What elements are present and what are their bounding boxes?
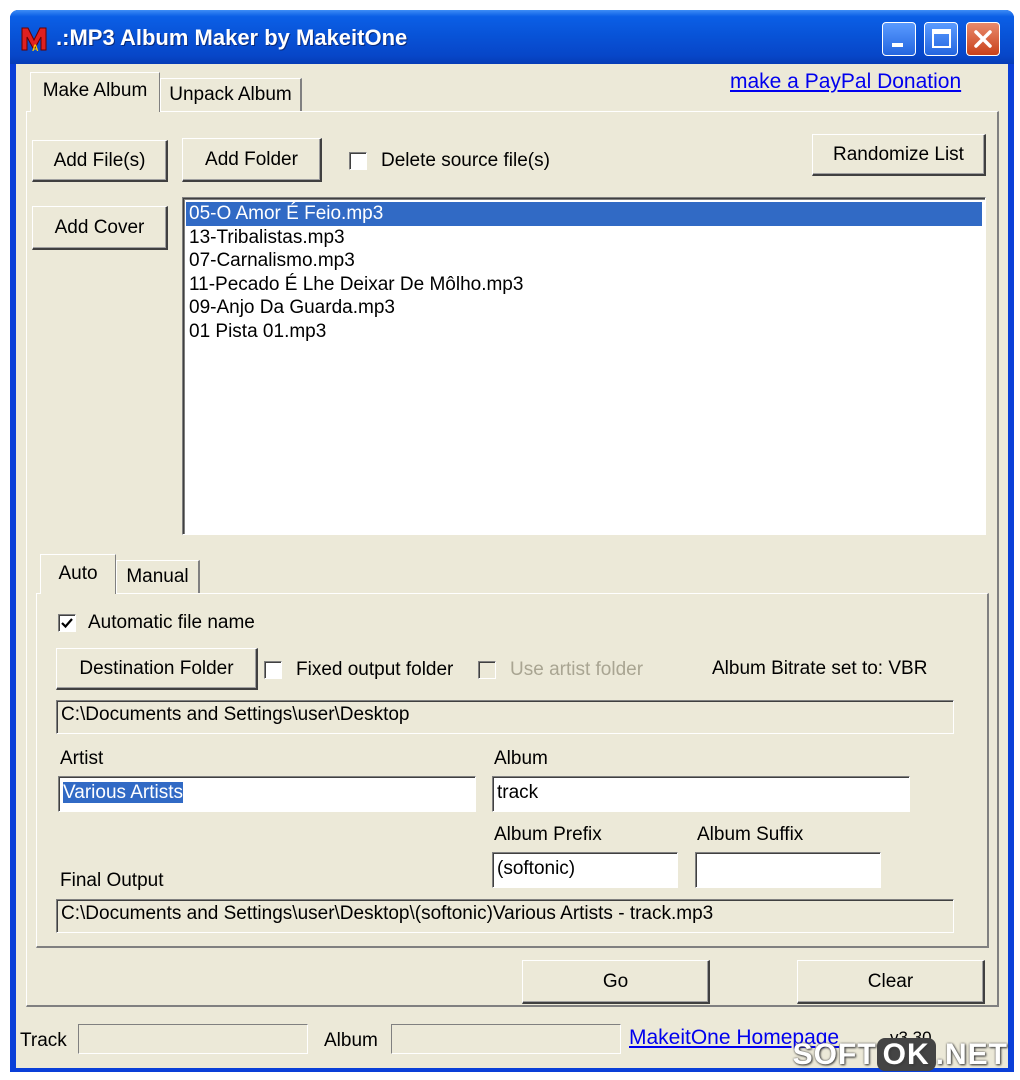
clear-button[interactable]: Clear — [797, 960, 985, 1004]
minimize-icon — [892, 43, 903, 47]
add-folder-button[interactable]: Add Folder — [182, 138, 322, 182]
watermark-ok: OK — [876, 1038, 936, 1071]
maximize-button[interactable] — [924, 22, 958, 56]
album-progress-bar — [391, 1024, 621, 1054]
album-progress-label: Album — [324, 1030, 378, 1051]
use-artist-folder-label: Use artist folder — [510, 659, 644, 680]
watermark-soft: SOFT — [792, 1038, 877, 1071]
artist-label: Artist — [60, 748, 104, 769]
tab-auto[interactable]: Auto — [40, 554, 116, 594]
watermark-net: .NET — [935, 1038, 1008, 1071]
use-artist-folder-checkbox[interactable] — [478, 661, 496, 679]
fixed-output-folder-label: Fixed output folder — [296, 659, 454, 680]
album-prefix-input[interactable]: (softonic) — [492, 852, 678, 888]
client-area: Make Album Unpack Album make a PayPal Do… — [16, 64, 1008, 1068]
album-input[interactable]: track — [492, 776, 910, 812]
destination-path-field[interactable]: C:\Documents and Settings\user\Desktop — [56, 700, 954, 734]
album-prefix-label: Album Prefix — [494, 824, 602, 845]
add-cover-button[interactable]: Add Cover — [32, 206, 168, 250]
svg-text:A: A — [32, 43, 39, 52]
add-files-button[interactable]: Add File(s) — [32, 140, 168, 182]
checkmark-icon — [61, 618, 73, 629]
auto-panel — [36, 593, 989, 948]
close-icon — [974, 30, 992, 48]
artist-input[interactable]: Various Artists — [58, 776, 476, 812]
file-list[interactable]: 05-O Amor É Feio.mp3 13-Tribalistas.mp3 … — [182, 197, 986, 535]
final-output-field[interactable]: C:\Documents and Settings\user\Desktop\(… — [56, 899, 954, 933]
track-progress-bar — [78, 1024, 308, 1054]
final-output-label: Final Output — [60, 870, 164, 891]
app-logo-icon: A — [21, 27, 47, 52]
album-suffix-label: Album Suffix — [697, 824, 804, 845]
list-item[interactable]: 05-O Amor É Feio.mp3 — [186, 202, 982, 226]
title-bar[interactable]: A .:MP3 Album Maker by MakeitOne — [10, 10, 1014, 64]
list-item[interactable]: 11-Pecado É Lhe Deixar De Môlho.mp3 — [186, 273, 982, 297]
destination-folder-button[interactable]: Destination Folder — [56, 648, 258, 690]
track-progress-label: Track — [20, 1030, 67, 1051]
automatic-file-name-label: Automatic file name — [88, 612, 255, 633]
artist-value: Various Artists — [63, 782, 184, 803]
list-item[interactable]: 01 Pista 01.mp3 — [186, 320, 982, 344]
maximize-icon — [932, 29, 951, 48]
paypal-donation-link[interactable]: make a PayPal Donation — [730, 70, 961, 94]
list-item[interactable]: 07-Carnalismo.mp3 — [186, 249, 982, 273]
fixed-output-folder-checkbox[interactable] — [264, 661, 282, 679]
close-button[interactable] — [966, 22, 1000, 56]
list-item[interactable]: 13-Tribalistas.mp3 — [186, 226, 982, 250]
tab-make-album[interactable]: Make Album — [30, 72, 160, 112]
watermark: SOFT OK .NET — [793, 1038, 1008, 1072]
minimize-button[interactable] — [882, 22, 916, 56]
album-label: Album — [494, 748, 548, 769]
delete-source-label: Delete source file(s) — [381, 150, 550, 171]
tab-manual[interactable]: Manual — [116, 560, 200, 594]
automatic-file-name-checkbox[interactable] — [58, 614, 76, 632]
window-title: .:MP3 Album Maker by MakeitOne — [56, 25, 408, 50]
go-button[interactable]: Go — [522, 960, 710, 1004]
album-bitrate-text: Album Bitrate set to: VBR — [712, 658, 928, 679]
delete-source-checkbox[interactable] — [349, 152, 367, 170]
album-suffix-input[interactable] — [695, 852, 881, 888]
app-window: A .:MP3 Album Maker by MakeitOne Make Al… — [10, 10, 1014, 1072]
tab-unpack-album[interactable]: Unpack Album — [160, 78, 302, 112]
list-item[interactable]: 09-Anjo Da Guarda.mp3 — [186, 296, 982, 320]
randomize-list-button[interactable]: Randomize List — [812, 134, 986, 176]
